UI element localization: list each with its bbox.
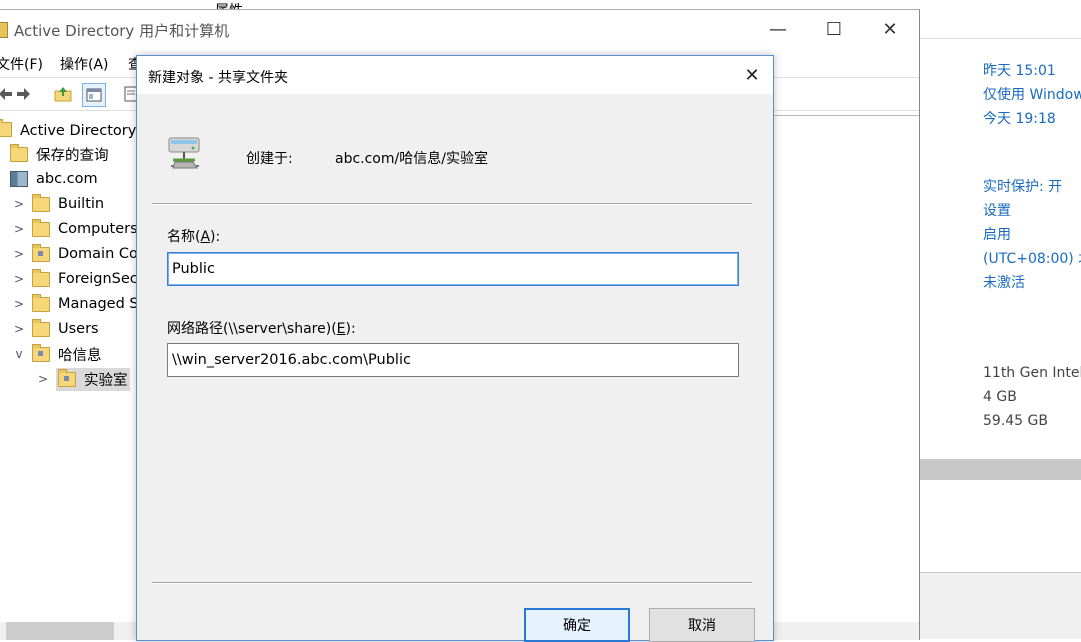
tree-node-saved-queries[interactable]: 保存的查询 — [10, 143, 109, 165]
last-update-value[interactable]: 昨天 15:01 — [983, 60, 1056, 80]
dialog-close-button[interactable]: ✕ — [731, 56, 773, 94]
aduc-icon — [0, 118, 12, 137]
windows-update-value[interactable]: 仅使用 Windows — [983, 84, 1081, 104]
folder-icon — [10, 143, 28, 162]
cancel-button[interactable]: 取消 — [649, 608, 755, 642]
tree-node-lab[interactable]: > 实验室 — [36, 367, 130, 391]
folder-icon — [32, 193, 50, 212]
realtime-protection-value[interactable]: 实时保护: 开 — [983, 176, 1062, 196]
tree-node-computers[interactable]: > Computers — [12, 218, 138, 240]
show-tree-icon[interactable] — [82, 83, 106, 107]
tree-node-label: Managed Service Accounts — [58, 296, 138, 312]
tree-node-label: Computers — [58, 221, 138, 237]
folder-icon — [32, 293, 50, 312]
activation-value[interactable]: 未激活 — [983, 272, 1025, 292]
path-label-text: 网络路径(\\server\share)( — [167, 321, 337, 337]
tree-node-selection: 实验室 — [56, 367, 130, 391]
aduc-titlebar[interactable]: Active Directory 用户和计算机 — ☐ ✕ — [0, 10, 919, 48]
menu-file[interactable]: 文件(F) — [0, 54, 43, 74]
memory-value: 4 GB — [983, 389, 1017, 405]
folder-icon — [32, 318, 50, 337]
last-check-value[interactable]: 今天 19:18 — [983, 108, 1056, 128]
ie-security-value[interactable]: 启用 — [983, 224, 1011, 244]
window-close-button[interactable]: ✕ — [862, 10, 918, 48]
share-name-input[interactable] — [167, 252, 739, 286]
chevron-right-icon[interactable]: > — [12, 297, 26, 311]
chevron-right-icon[interactable]: > — [12, 197, 26, 211]
minimize-button[interactable]: — — [750, 10, 806, 48]
tree-node-label: Domain Controllers — [58, 246, 138, 262]
processor-value: 11th Gen Intel — [983, 365, 1081, 381]
aduc-window-title: Active Directory 用户和计算机 — [14, 22, 230, 40]
menu-action[interactable]: 操作(A) — [60, 54, 109, 74]
tree-node-ha-info[interactable]: v 哈信息 — [12, 343, 102, 365]
tree-node-foreign-security-principals[interactable]: > ForeignSecurityPrincipals — [12, 268, 138, 290]
aduc-app-icon — [0, 22, 8, 38]
folder-icon — [32, 268, 50, 287]
chevron-right-icon[interactable]: > — [12, 247, 26, 261]
tree-horizontal-scrollbar[interactable] — [6, 622, 114, 640]
server-properties-header — [918, 0, 1081, 39]
tree-node-users[interactable]: > Users — [12, 318, 99, 340]
chevron-right-icon[interactable]: > — [12, 222, 26, 236]
disk-value: 59.45 GB — [983, 413, 1048, 429]
maximize-button[interactable]: ☐ — [806, 10, 862, 48]
tree-node-domain[interactable]: abc.com — [10, 168, 98, 190]
domain-icon — [10, 171, 28, 187]
created-in-path: abc.com/哈信息/实验室 — [335, 151, 488, 167]
ou-folder-icon — [32, 343, 50, 362]
tree-node-label: 保存的查询 — [36, 147, 109, 164]
tree-node-builtin[interactable]: > Builtin — [12, 193, 104, 215]
tree-node-aduc-root[interactable]: Active Directory 用户和计算机 — [0, 118, 138, 140]
tree-node-managed-service-accounts[interactable]: > Managed Service Accounts — [12, 293, 138, 315]
ou-folder-icon — [58, 368, 76, 387]
up-folder-icon[interactable] — [52, 83, 74, 105]
ou-folder-icon — [32, 243, 50, 262]
tree-node-label: Users — [58, 321, 99, 337]
tree-node-domain-controllers[interactable]: > Domain Controllers — [12, 243, 138, 265]
created-in-label: 创建于: — [246, 151, 293, 167]
name-label-suffix: ): — [210, 229, 221, 245]
tree-node-label: abc.com — [36, 171, 98, 187]
shared-folder-icon — [167, 136, 207, 172]
chevron-right-icon[interactable]: > — [12, 322, 26, 336]
chevron-right-icon[interactable]: > — [36, 372, 50, 386]
network-path-input[interactable] — [167, 343, 739, 377]
name-label: 名称(A): — [167, 226, 220, 246]
panel-footer — [918, 573, 1081, 639]
header-separator — [152, 203, 752, 205]
chevron-down-icon[interactable]: v — [12, 347, 26, 361]
dialog-title: 新建对象 - 共享文件夹 — [148, 70, 288, 86]
timezone-value[interactable]: (UTC+08:00) 北京 — [983, 248, 1081, 268]
behind-window-title: 属性 — [215, 0, 285, 9]
network-path-label: 网络路径(\\server\share)(E): — [167, 318, 356, 338]
new-shared-folder-dialog: 新建对象 - 共享文件夹 ✕ 创建于: abc.com/哈信息/实验室 名称(A… — [136, 55, 774, 642]
name-label-text: 名称( — [167, 229, 201, 245]
dialog-titlebar[interactable]: 新建对象 - 共享文件夹 ✕ — [137, 56, 773, 94]
name-label-accesskey: A — [200, 229, 211, 245]
forward-arrow-icon[interactable] — [13, 83, 35, 105]
tree-node-label: 哈信息 — [58, 347, 102, 364]
chevron-right-icon[interactable]: > — [12, 272, 26, 286]
path-label-suffix: ): — [345, 321, 356, 337]
ok-button[interactable]: 确定 — [524, 608, 630, 642]
tree-node-label: Active Directory 用户和计算机 — [20, 122, 138, 139]
details-pane[interactable] — [772, 115, 919, 586]
tree-node-label: Builtin — [58, 196, 105, 212]
folder-icon — [32, 218, 50, 237]
tree-node-label: 实验室 — [84, 372, 128, 389]
console-tree: Active Directory 用户和计算机 保存的查询 abc.com > … — [0, 110, 138, 622]
panel-section-divider — [918, 459, 1081, 480]
feedback-setting-value[interactable]: 设置 — [983, 200, 1011, 220]
footer-separator — [152, 582, 752, 584]
tree-node-label: ForeignSecurityPrincipals — [58, 271, 138, 287]
path-label-accesskey: E — [336, 321, 346, 337]
